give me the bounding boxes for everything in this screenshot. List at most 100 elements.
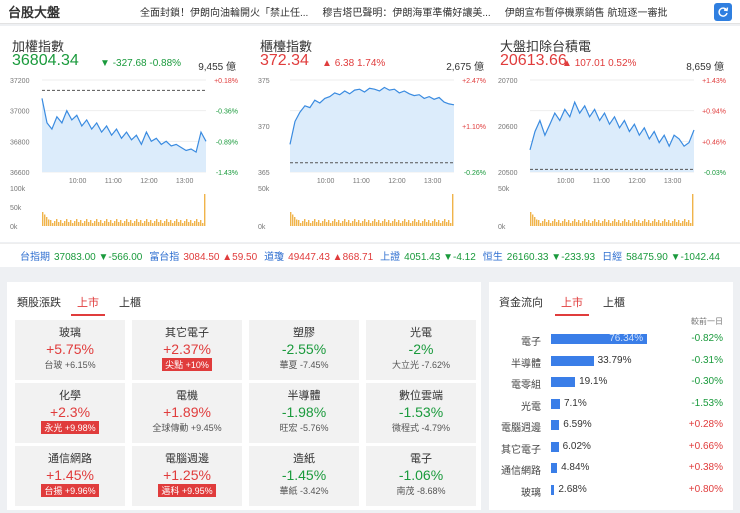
flow-row[interactable]: 玻璃 2.68% +0.80% xyxy=(489,481,733,499)
ticker-item[interactable]: 道瓊 49447.43 ▲868.71 xyxy=(264,248,373,263)
leading-stock: 全球傳動 +9.45% xyxy=(132,421,242,434)
news-item[interactable]: 穆吉塔巴聲明：伊朗海軍準備好讓美... xyxy=(322,4,490,19)
volume-bar xyxy=(98,222,100,226)
sector-cell[interactable]: 電機 +1.89% 全球傳動 +9.45% xyxy=(132,383,242,443)
limit-badge: 永光 +9.98% xyxy=(41,421,99,434)
volume-bar xyxy=(594,219,596,226)
index-value: 36804.34 xyxy=(12,52,79,69)
volume-bar xyxy=(654,219,656,226)
index-change: ▲ 6.38 1.74% xyxy=(322,58,385,69)
y-tick-label: 20500 xyxy=(498,170,518,177)
pct-tick-label: +1.43% xyxy=(702,78,726,85)
sector-cell[interactable]: 玻璃 +5.75% 台玻 +6.15% xyxy=(15,320,125,380)
sector-change: -1.53% xyxy=(398,404,444,420)
arrow-down-icon: ▼ xyxy=(443,252,453,263)
volume-bar xyxy=(70,220,72,226)
volume-bar xyxy=(128,222,130,226)
index-panel[interactable]: 大盤扣除台積電 20613.66 ▲ 107.01 0.52% 8,659 億 2070… xyxy=(496,26,732,242)
ticker-item[interactable]: 台指期 37083.00 ▼-566.00 xyxy=(20,248,142,263)
sector-cell[interactable]: 光電 -2% 大立光 -7.62% xyxy=(366,320,476,380)
arrow-down-icon: ▼ xyxy=(551,252,562,263)
volume-bar xyxy=(194,221,196,226)
news-item[interactable]: 伊朗宣布暫停機票銷售 航班逐一審批 xyxy=(505,4,668,19)
volume-bar xyxy=(302,221,304,226)
volume-bar xyxy=(560,223,562,226)
index-panel[interactable]: 加權指數 36804.34 ▼ -327.68 -0.88% 9,455 億 37200… xyxy=(8,26,244,242)
sector-change: -1.98% xyxy=(281,404,327,420)
flow-delta: +0.28% xyxy=(688,419,723,430)
flow-row[interactable]: 半導體 33.79% -0.31% xyxy=(489,352,733,370)
volume-bar xyxy=(614,219,616,226)
sector-cell[interactable]: 塑膠 -2.55% 華夏 -7.45% xyxy=(249,320,359,380)
volume-bar xyxy=(432,221,434,226)
flow-row[interactable]: 電零組 19.1% -0.30% xyxy=(489,373,733,391)
volume-bar xyxy=(666,222,668,226)
tab-listed[interactable]: 上市 xyxy=(555,294,589,316)
volume-bar xyxy=(322,221,324,226)
sector-cell[interactable]: 化學 +2.3% 永光 +9.98% xyxy=(15,383,125,443)
flow-row[interactable]: 電子 76.34% -0.82% xyxy=(489,330,733,348)
volume-bar xyxy=(366,222,368,226)
volume-bar xyxy=(336,222,338,226)
flow-pct: 2.68% xyxy=(558,483,587,495)
intraday-chart[interactable]: 37200 37000 36800 36600 +0.18% -0.36% -0.89% -1… xyxy=(8,76,242,238)
volume-bar xyxy=(182,223,184,226)
volume-bar xyxy=(534,217,536,226)
intraday-chart[interactable]: 375 370 365 +2.47% +1.10% -0.26% 10:00 11:00 12:… xyxy=(256,76,490,238)
refresh-button[interactable] xyxy=(714,2,732,21)
index-panel[interactable]: 櫃檯指數 372.34 ▲ 6.38 1.74% 2,675 億 375 370 365 +2… xyxy=(256,26,492,242)
sector-cell[interactable]: 其它電子 +2.37% 尖點 +10% xyxy=(132,320,242,380)
tab-otc[interactable]: 上櫃 xyxy=(113,294,147,316)
sector-cell[interactable]: 半導體 -1.98% 旺宏 -5.76% xyxy=(249,383,359,443)
ticker-item[interactable]: 恒生 26160.33 ▼-233.93 xyxy=(483,248,595,263)
volume-bar xyxy=(588,220,590,226)
sector-cell[interactable]: 電子 -1.06% 南茂 -8.68% xyxy=(366,446,476,506)
volume-bar xyxy=(94,221,96,226)
volume-bar xyxy=(546,222,548,226)
flow-row[interactable]: 其它電子 6.02% +0.66% xyxy=(489,438,733,456)
volume-bar xyxy=(148,222,150,226)
volume-bar xyxy=(644,219,646,226)
sector-cell[interactable]: 通信網路 +1.45% 台揚 +9.96% xyxy=(15,446,125,506)
volume-bar xyxy=(48,219,50,226)
sector-cell[interactable]: 造紙 -1.45% 華紙 -3.42% xyxy=(249,446,359,506)
sector-cell[interactable]: 電腦週邊 +1.25% 邁科 +9.95% xyxy=(132,446,242,506)
tab-otc[interactable]: 上櫃 xyxy=(597,294,631,316)
ticker-item[interactable]: 日經 58475.90 ▼-1042.44 xyxy=(602,248,720,263)
volume-bar xyxy=(102,223,104,226)
flow-delta: -0.82% xyxy=(691,333,723,344)
volume-bar xyxy=(80,220,82,226)
leading-stock-pct: -4.79% xyxy=(421,423,451,433)
y-tick-label: 370 xyxy=(258,124,270,131)
intraday-chart[interactable]: 20700 20600 20500 +1.43% +0.94% +0.46% -0.03% 1… xyxy=(496,76,730,238)
volume-bar xyxy=(656,222,658,226)
pct-tick-label: +0.46% xyxy=(702,139,726,146)
ticker-item[interactable]: 富台指 3084.50 ▲59.50 xyxy=(149,248,257,263)
ticker-change: -566.00 xyxy=(108,252,143,263)
sector-cell[interactable]: 數位雲端 -1.53% 微程式 -4.79% xyxy=(366,383,476,443)
volume-bar xyxy=(186,219,188,226)
volume-bar xyxy=(398,220,400,226)
ticker-value: 49447.43 xyxy=(288,252,330,263)
volume-bar xyxy=(354,219,356,226)
leading-stock-pct: -7.45% xyxy=(300,360,329,370)
sector-change: +5.75% xyxy=(46,341,94,357)
flow-row[interactable]: 電腦週邊 6.59% +0.28% xyxy=(489,416,733,434)
leading-stock-pct: +10% xyxy=(185,360,209,370)
volume-bar xyxy=(382,221,384,226)
index-panels: 加權指數 36804.34 ▼ -327.68 -0.88% 9,455 億 37200… xyxy=(0,26,740,242)
tab-listed[interactable]: 上市 xyxy=(71,294,105,316)
ticker-item[interactable]: 上證 4051.43 ▼-4.12 xyxy=(380,248,476,263)
volume-bar xyxy=(72,223,74,226)
leading-stock: 旺宏 -5.76% xyxy=(249,421,359,434)
flow-row[interactable]: 通信網路 4.84% +0.38% xyxy=(489,459,733,477)
volume-bar xyxy=(582,221,584,226)
news-item[interactable]: 全面封鎖！伊朗向油輪開火「禁止任... xyxy=(140,4,308,19)
volume-bar xyxy=(374,219,376,226)
volume-bar xyxy=(442,221,444,226)
volume-bar xyxy=(568,220,570,226)
sector-name: 造紙 xyxy=(293,453,315,465)
flow-row[interactable]: 光電 7.1% -1.53% xyxy=(489,395,733,413)
volume-bar xyxy=(312,221,314,226)
leading-stock-pct: -8.68% xyxy=(417,486,446,496)
